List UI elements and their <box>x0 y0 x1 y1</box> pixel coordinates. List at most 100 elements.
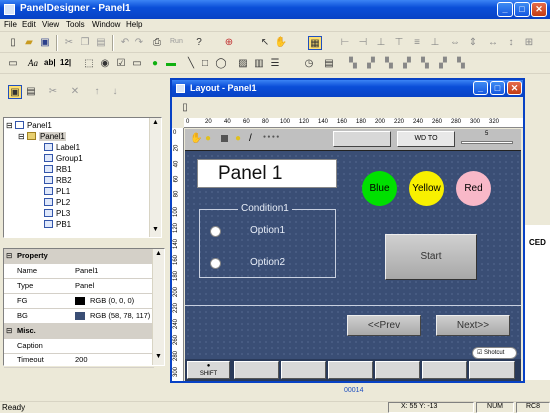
cut-icon[interactable]: ✂ <box>62 36 76 50</box>
open-folder-icon[interactable]: ▰ <box>22 36 36 50</box>
label-tool[interactable]: Aa <box>28 58 38 68</box>
tree-item[interactable]: PL3 <box>44 208 70 219</box>
tree-down-icon[interactable]: ↓ <box>108 85 122 99</box>
undo-icon[interactable]: ↶ <box>118 36 132 50</box>
function-key[interactable] <box>375 361 420 379</box>
send-back-icon[interactable]: ▞ <box>364 57 378 71</box>
layout-minimize-button[interactable]: _ <box>473 81 488 95</box>
menu-help[interactable]: Help <box>126 20 142 29</box>
group-icon[interactable]: ▚ <box>418 57 432 71</box>
lamp-green-icon[interactable]: ● <box>148 57 162 71</box>
pushbutton-tool-icon[interactable]: ▬ <box>164 57 178 71</box>
timer-tool-icon[interactable]: ◷ <box>302 57 316 71</box>
strip-wdto-box[interactable]: WD TO <box>397 131 455 147</box>
scroll-up-arrow-icon[interactable]: ▲ <box>152 119 159 126</box>
image-tool-icon[interactable]: ▨ <box>236 57 250 71</box>
function-key[interactable] <box>422 361 467 379</box>
tree-item[interactable]: RB2 <box>44 175 72 186</box>
tree-item[interactable]: PB1 <box>44 219 71 230</box>
option2-radio[interactable] <box>210 258 221 269</box>
same-height-icon[interactable]: ↕ <box>504 36 518 50</box>
tree-root[interactable]: ⊟ Panel1 <box>6 120 52 131</box>
tree-up-icon[interactable]: ↑ <box>90 85 104 99</box>
property-row-name[interactable]: Name Panel1 <box>4 264 154 279</box>
menu-window[interactable]: Window <box>92 20 120 29</box>
print-icon[interactable]: ⎙ <box>150 36 164 50</box>
tree-panel-node[interactable]: ⊟ Panel1 <box>18 131 66 142</box>
tree-item[interactable]: Group1 <box>44 153 83 164</box>
tree-item[interactable]: PL2 <box>44 197 70 208</box>
shift-key[interactable]: ● SHIFT <box>187 361 230 379</box>
start-button[interactable]: Start <box>385 234 477 280</box>
strip-input-box[interactable] <box>333 131 391 147</box>
tree-scrollbar[interactable]: ▲ ▼ <box>149 118 161 237</box>
minimize-button[interactable]: _ <box>497 2 513 17</box>
tree-item[interactable]: PL1 <box>44 186 70 197</box>
strip-slider[interactable] <box>461 141 513 144</box>
help-icon[interactable]: ? <box>192 36 206 50</box>
align-left-icon[interactable]: ⊢ <box>338 36 352 50</box>
align-center-icon[interactable]: ⊣ <box>356 36 370 50</box>
layer-tool-icon[interactable]: ▤ <box>322 57 336 71</box>
align-middle-icon[interactable]: ≡ <box>410 36 424 50</box>
grid-icon[interactable]: ▦ <box>308 36 322 50</box>
lamp-yellow[interactable]: Yellow <box>409 171 444 206</box>
scroll-down-arrow-icon[interactable]: ▼ <box>155 353 162 360</box>
textbox-tool[interactable]: ab| <box>44 58 56 67</box>
align-bottom-icon[interactable]: ⊥ <box>428 36 442 50</box>
run-button[interactable]: Run <box>170 38 183 45</box>
paste-icon[interactable]: ▤ <box>94 36 108 50</box>
option1-radio[interactable] <box>210 226 221 237</box>
select-arrow-icon[interactable]: ↖ <box>258 36 272 50</box>
redo-icon[interactable]: ↷ <box>132 36 146 50</box>
property-row-fg[interactable]: FG RGB (0, 0, 0) <box>4 294 154 309</box>
frame-tool-icon[interactable]: ⬚ <box>82 57 96 71</box>
backward-icon[interactable]: ▞ <box>400 57 414 71</box>
radio-tool-icon[interactable]: ◉ <box>98 57 112 71</box>
tree-view-icon[interactable]: ▣ <box>8 85 22 99</box>
rectangle-tool-icon[interactable]: □ <box>198 57 212 71</box>
tree-item[interactable]: Label1 <box>44 142 80 153</box>
lock-icon[interactable]: ▚ <box>454 57 468 71</box>
align-top-icon[interactable]: ⊤ <box>392 36 406 50</box>
tree-item[interactable]: RB1 <box>44 164 72 175</box>
copy-icon[interactable]: ❐ <box>78 36 92 50</box>
function-key[interactable] <box>469 361 515 379</box>
scroll-down-arrow-icon[interactable]: ▼ <box>152 226 159 233</box>
scroll-up-arrow-icon[interactable]: ▲ <box>155 250 162 257</box>
menu-view[interactable]: View <box>42 20 59 29</box>
new-file-icon[interactable]: ▯ <box>6 36 20 50</box>
ellipse-tool-icon[interactable]: ◯ <box>214 57 228 71</box>
menu-edit[interactable]: Edit <box>22 20 36 29</box>
function-key[interactable] <box>328 361 373 379</box>
same-width-icon[interactable]: ↔ <box>486 36 500 50</box>
tree-cut-icon[interactable]: ✂ <box>46 85 60 99</box>
rect-tool-icon[interactable]: ▭ <box>130 57 144 71</box>
menu-tools[interactable]: Tools <box>66 20 85 29</box>
close-button[interactable]: ✕ <box>531 2 547 17</box>
checkbox-tool-icon[interactable]: ☑ <box>114 57 128 71</box>
menu-file[interactable]: File <box>4 20 17 29</box>
property-row-timeout[interactable]: Timeout 200 <box>4 353 154 368</box>
same-size-icon[interactable]: ⊞ <box>522 36 536 50</box>
list-tool-icon[interactable]: ☰ <box>268 57 282 71</box>
number-tool[interactable]: 12| <box>60 58 71 67</box>
save-icon[interactable]: ▣ <box>38 36 52 50</box>
prev-button[interactable]: <<Prev <box>347 315 421 336</box>
line-tool-icon[interactable]: ╲ <box>184 57 198 71</box>
shortcut-toggle[interactable]: ☑ Shotcut <box>472 347 517 359</box>
bring-front-icon[interactable]: ▚ <box>346 57 360 71</box>
property-scrollbar[interactable]: ▲ ▼ <box>152 249 164 365</box>
property-row-type[interactable]: Type Panel <box>4 279 154 294</box>
function-key[interactable] <box>281 361 326 379</box>
lamp-red[interactable]: Red <box>456 171 491 206</box>
space-v-icon[interactable]: ⇕ <box>466 36 480 50</box>
tree-list-icon[interactable]: ▤ <box>24 85 38 99</box>
forward-icon[interactable]: ▚ <box>382 57 396 71</box>
space-h-icon[interactable]: ⇔ <box>448 36 462 50</box>
table-tool-icon[interactable]: ▥ <box>252 57 266 71</box>
next-button[interactable]: Next>> <box>436 315 510 336</box>
property-row-caption[interactable]: Caption <box>4 339 154 354</box>
panel-canvas[interactable]: ✋ ● ● / ● ● ● ● WD TO 5 Panel 1 Conditio… <box>185 129 521 381</box>
align-right-icon[interactable]: ⊥ <box>374 36 388 50</box>
